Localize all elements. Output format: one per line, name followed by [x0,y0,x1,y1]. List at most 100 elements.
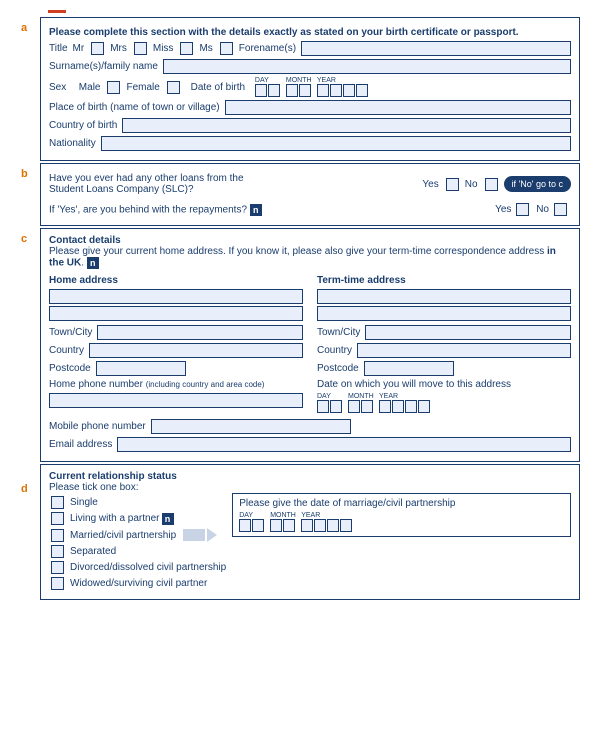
move-year-2[interactable] [392,400,404,413]
m-day-1[interactable] [239,519,251,532]
ms-checkbox[interactable] [220,42,233,55]
home-country-input[interactable] [89,343,303,358]
email-input[interactable] [117,437,571,452]
country-birth-input[interactable] [122,118,571,133]
m-year-4[interactable] [340,519,352,532]
move-month-2[interactable] [361,400,373,413]
move-year-1[interactable] [379,400,391,413]
country-birth-label: Country of birth [49,120,117,131]
dob-year-3[interactable] [343,84,355,97]
m-year-1[interactable] [301,519,313,532]
term-addr-1[interactable] [317,289,571,304]
b-no1-checkbox[interactable] [485,178,498,191]
surname-label: Surname(s)/family name [49,61,158,72]
nationality-input[interactable] [101,136,571,151]
female-label: Female [126,82,159,93]
marker-c: c [21,233,27,245]
male-label: Male [79,82,101,93]
home-postcode-input[interactable] [96,361,186,376]
b-no2-checkbox[interactable] [554,203,567,216]
term-country-label: Country [317,345,352,356]
marker-b: b [21,168,28,180]
place-input[interactable] [225,100,571,115]
term-town-input[interactable] [365,325,571,340]
dob-year-4[interactable] [356,84,368,97]
m-year-2[interactable] [314,519,326,532]
contact-heading: Contact details [49,235,571,246]
m-month-2[interactable] [283,519,295,532]
home-phone-input[interactable] [49,393,303,408]
divorced-checkbox[interactable] [51,561,64,574]
dob-year-2[interactable] [330,84,342,97]
miss-checkbox[interactable] [180,42,193,55]
married-label: Married/civil partnership [70,530,176,541]
term-address-col: Term-time address Town/City Country Post… [317,273,571,413]
note-icon: n [87,257,99,269]
mr-checkbox[interactable] [91,42,104,55]
move-month-1[interactable] [348,400,360,413]
single-checkbox[interactable] [51,496,64,509]
separated-checkbox[interactable] [51,545,64,558]
section-c: c Contact details Please give your curre… [40,228,580,462]
mrs-checkbox[interactable] [134,42,147,55]
b-yes1-checkbox[interactable] [446,178,459,191]
move-year-3[interactable] [405,400,417,413]
note-icon: n [162,513,174,525]
home-addr-1[interactable] [49,289,303,304]
place-label: Place of birth (name of town or village) [49,102,220,113]
partner-label: Living with a partner [70,513,160,524]
dob-date-group: DAY MONTH YEAR [255,77,369,97]
b-q1: Have you ever had any other loans from t… [49,173,244,195]
section-a: a Please complete this section with the … [40,17,580,161]
divorced-label: Divorced/dissolved civil partnership [70,562,226,573]
dob-label: Date of birth [191,82,245,93]
dob-month-1[interactable] [286,84,298,97]
single-label: Single [70,497,98,508]
section-d: d Current relationship status Please tic… [40,464,580,600]
term-country-input[interactable] [357,343,571,358]
term-town-label: Town/City [317,327,360,338]
marriage-date-box: Please give the date of marriage/civil p… [232,493,571,537]
day-label: DAY [255,77,281,84]
term-postcode-input[interactable] [364,361,454,376]
term-addr-2[interactable] [317,306,571,321]
mobile-input[interactable] [151,419,351,434]
marker-a: a [21,22,27,34]
move-date-group: DAY MONTH YEAR [317,393,431,413]
move-day-1[interactable] [317,400,329,413]
male-checkbox[interactable] [107,81,120,94]
relationship-heading: Current relationship status [49,471,571,482]
year-label: YEAR [317,77,369,84]
home-postcode-label: Postcode [49,363,91,374]
mrs-label: Mrs [110,43,127,54]
move-year-4[interactable] [418,400,430,413]
dob-month-2[interactable] [299,84,311,97]
dob-day-2[interactable] [268,84,280,97]
move-day-2[interactable] [330,400,342,413]
forenames-input[interactable] [301,41,571,56]
m-month-1[interactable] [270,519,282,532]
term-postcode-label: Postcode [317,363,359,374]
surname-input[interactable] [163,59,571,74]
m-year-3[interactable] [327,519,339,532]
goto-c-pill: if 'No' go to c [504,176,571,192]
female-checkbox[interactable] [167,81,180,94]
widowed-checkbox[interactable] [51,577,64,590]
m-day-2[interactable] [252,519,264,532]
dob-year-1[interactable] [317,84,329,97]
sex-label: Sex [49,82,66,93]
dob-day-1[interactable] [255,84,267,97]
home-addr-2[interactable] [49,306,303,321]
married-checkbox[interactable] [51,529,64,542]
section-a-heading: Please complete this section with the de… [49,27,571,38]
b-yes2-checkbox[interactable] [516,203,529,216]
marriage-label: Please give the date of marriage/civil p… [239,498,564,509]
miss-label: Miss [153,43,174,54]
title-label: Title [49,43,68,54]
partner-checkbox[interactable] [51,512,64,525]
forenames-label: Forename(s) [239,43,296,54]
home-country-label: Country [49,345,84,356]
home-address-col: Home address Town/City Country Postcode … [49,273,303,413]
home-town-input[interactable] [97,325,303,340]
tick-instruction: Please tick one box: [49,482,571,493]
